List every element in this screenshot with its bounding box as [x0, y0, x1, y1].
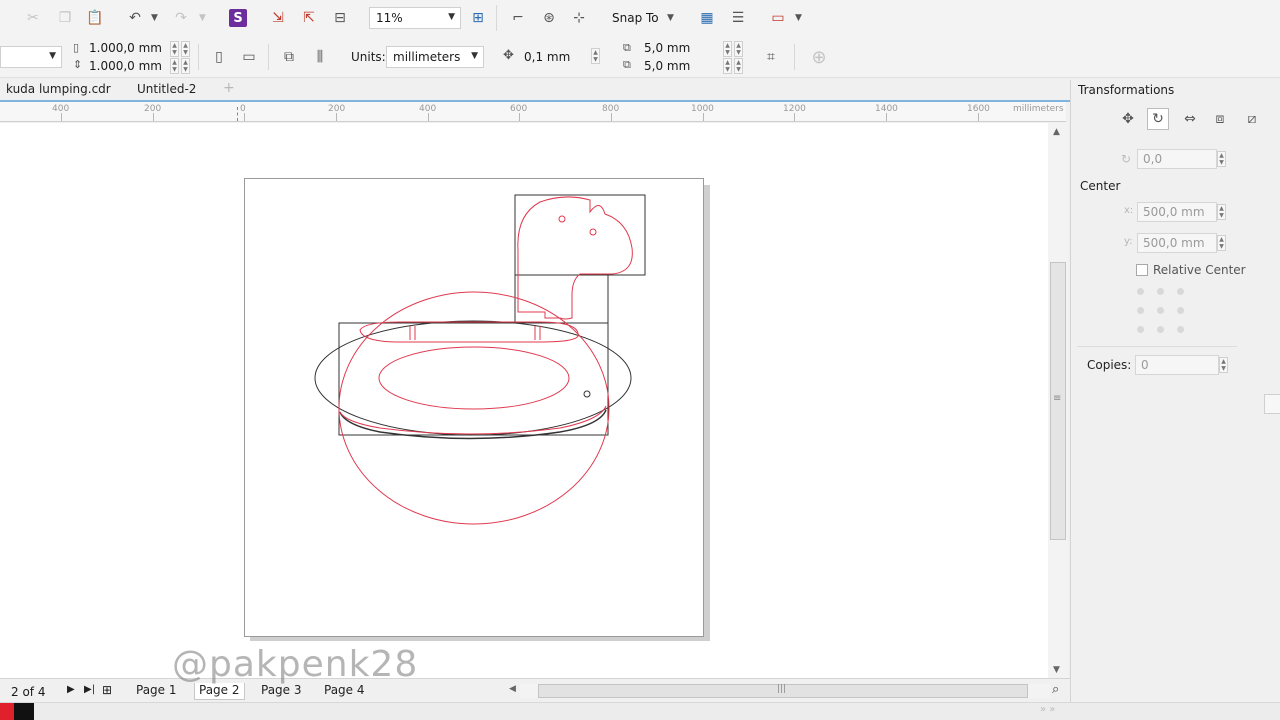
skew-icon[interactable]: ⧄: [1241, 108, 1263, 130]
center-section-label: Center: [1080, 179, 1121, 193]
copies-value: 0: [1141, 358, 1149, 372]
center-x-label: x:: [1124, 205, 1134, 216]
scroll-left-icon[interactable]: ◀: [509, 684, 516, 694]
inner-red-ellipse[interactable]: [378, 346, 570, 410]
watermark-text: @pakpenk28: [172, 644, 419, 685]
rotation-angle-value: 0,0: [1143, 152, 1163, 166]
page-counter: 2 of 4: [11, 685, 46, 699]
center-x-spinner[interactable]: ▲ ▼: [1217, 204, 1226, 220]
copies-label: Copies:: [1087, 358, 1132, 372]
relative-center-checkbox[interactable]: [1136, 264, 1148, 276]
anchor-point-tc[interactable]: [1157, 288, 1164, 295]
head-bounding-rect[interactable]: [514, 194, 646, 276]
page-tab-2[interactable]: Page 2: [194, 683, 245, 700]
scroll-grip-icon: ≡: [1053, 393, 1062, 404]
anchor-point-br[interactable]: [1177, 326, 1184, 333]
angle-icon: ↻: [1121, 152, 1132, 166]
body-bottom-red-curve[interactable]: [339, 405, 607, 435]
page-tab-4[interactable]: Page 4: [320, 683, 369, 700]
anchor-point-mr[interactable]: [1177, 307, 1184, 314]
body-dark-ellipse[interactable]: [314, 320, 632, 436]
anchor-point-bc[interactable]: [1157, 326, 1164, 333]
horse-eye-left: [558, 215, 566, 223]
anchor-point-bl[interactable]: [1137, 326, 1144, 333]
scale-mirror-icon[interactable]: ⇔: [1179, 108, 1201, 130]
status-bar: [0, 702, 1280, 720]
artwork-svg[interactable]: [0, 0, 1048, 678]
size-icon[interactable]: ⧈: [1209, 108, 1231, 130]
anchor-point-ml[interactable]: [1137, 307, 1144, 314]
page-tab-3[interactable]: Page 3: [257, 683, 306, 700]
center-x-input[interactable]: 500,0 mm: [1137, 202, 1217, 222]
copies-spinner[interactable]: ▲ ▼: [1219, 357, 1228, 373]
add-page-icon[interactable]: ⊞: [102, 683, 112, 697]
transformations-docker: Transformations ✥ ↻ ⇔ ⧈ ⧄ ↻ 0,0 ▲ ▼ Cente…: [1070, 80, 1280, 720]
fill-color-swatch[interactable]: [0, 703, 14, 720]
zoom-navigator-icon[interactable]: ⌕: [1052, 682, 1059, 697]
relative-center-label: Relative Center: [1153, 263, 1246, 277]
large-red-circle[interactable]: [338, 291, 610, 525]
center-y-label: y:: [1124, 236, 1133, 247]
angle-spinner[interactable]: ▲ ▼: [1217, 151, 1226, 167]
horse-eye-right: [589, 228, 597, 236]
last-page-icon[interactable]: ▶|: [84, 684, 95, 695]
center-x-value: 500,0 mm: [1143, 205, 1205, 219]
scroll-grip-icon: |||: [777, 684, 787, 694]
docker-divider: [1077, 346, 1237, 347]
rotate-icon[interactable]: ↻: [1147, 108, 1169, 130]
anchor-point-tr[interactable]: [1177, 288, 1184, 295]
position-icon[interactable]: ✥: [1117, 108, 1139, 130]
copies-input[interactable]: 0: [1135, 355, 1219, 375]
neck-bounding-rect[interactable]: [514, 274, 609, 324]
next-page-icon[interactable]: ▶: [67, 684, 75, 695]
rotation-center-marker[interactable]: [583, 390, 591, 398]
rotation-angle-input[interactable]: 0,0: [1137, 149, 1217, 169]
center-y-input[interactable]: 500,0 mm: [1137, 233, 1217, 253]
horizontal-scroll-thumb[interactable]: |||: [538, 684, 1028, 698]
center-y-value: 500,0 mm: [1143, 236, 1205, 250]
horse-head-red-outline[interactable]: [517, 196, 633, 320]
page-tab-1[interactable]: Page 1: [132, 683, 181, 700]
anchor-point-mc[interactable]: [1157, 307, 1164, 314]
docker-title: Transformations: [1078, 83, 1175, 97]
palette-scroll-icon[interactable]: » »: [1040, 704, 1055, 715]
scroll-down-icon[interactable]: ▼: [1053, 665, 1060, 675]
saddle-red-shape[interactable]: [359, 321, 579, 343]
scroll-up-icon[interactable]: ▲: [1053, 127, 1060, 137]
anchor-point-tl[interactable]: [1137, 288, 1144, 295]
center-y-spinner[interactable]: ▲ ▼: [1217, 235, 1226, 251]
apply-button-edge[interactable]: [1264, 394, 1280, 414]
